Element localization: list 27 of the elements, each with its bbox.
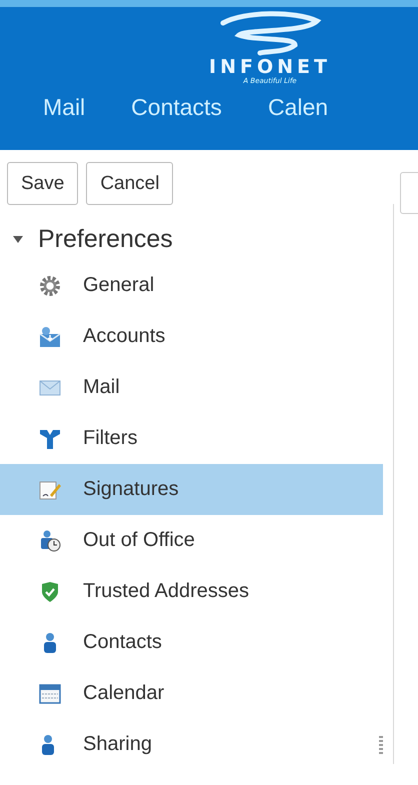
envelope-person-icon (39, 326, 61, 348)
sidebar-item[interactable]: Sharing (0, 719, 383, 770)
sidebar-item[interactable]: Filters (0, 413, 383, 464)
sidebar-item[interactable]: Trusted Addresses (0, 566, 383, 617)
sidebar-item[interactable]: Accounts (0, 311, 383, 362)
sidebar-item[interactable]: Mail (0, 362, 383, 413)
resize-grip[interactable] (379, 736, 383, 756)
sidebar-item[interactable]: General (0, 260, 383, 311)
toolbar-button[interactable]: Save (7, 162, 78, 205)
gear-icon (39, 274, 61, 296)
nav-tab[interactable]: Contacts (131, 94, 222, 125)
calendar-icon (39, 682, 61, 704)
pen-paper-icon (39, 478, 61, 500)
nav-tab[interactable]: Calen (268, 94, 328, 125)
shield-check-icon (39, 580, 61, 602)
person-clock-icon (39, 530, 61, 552)
toolbar-button[interactable]: Cancel (86, 162, 174, 205)
sidebar-item[interactable]: Out of Office (0, 515, 383, 566)
filter-icon (39, 428, 61, 450)
section-title[interactable]: Preferences (38, 224, 173, 254)
sidebar-item[interactable]: Calendar (0, 668, 383, 719)
logo-text: INFONET (209, 57, 331, 77)
sidebar-item[interactable]: Signatures (0, 464, 383, 515)
caret-icon[interactable] (12, 233, 24, 245)
nav-tab[interactable]: Mail (43, 94, 86, 125)
envelope-icon (39, 380, 61, 396)
sidebar-item[interactable]: Contacts (0, 617, 383, 668)
